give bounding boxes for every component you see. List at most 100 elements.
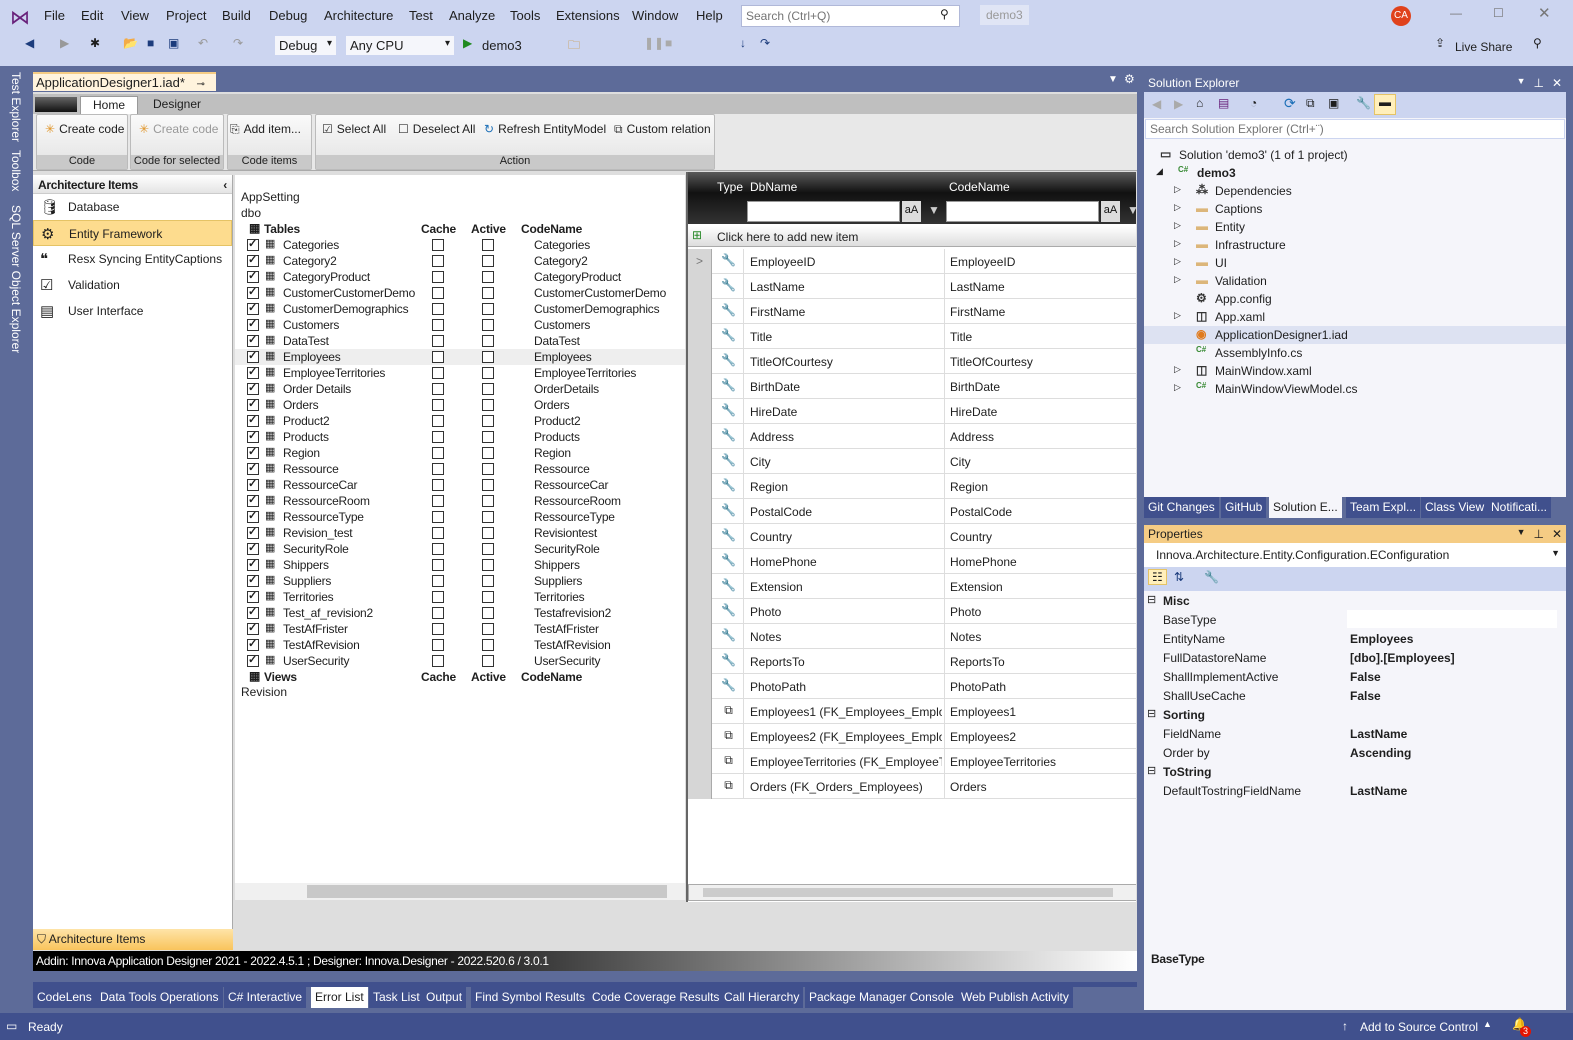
property-row[interactable]: ShallImplementActive False xyxy=(1144,667,1566,686)
grid-row[interactable]: 🔧 Title Title xyxy=(688,324,1136,349)
table-row[interactable]: ▦ TestAfRevision TestAfRevision xyxy=(235,637,685,653)
property-category[interactable]: ⊟ Misc xyxy=(1144,591,1566,610)
property-value[interactable]: False xyxy=(1350,670,1381,684)
panel-menu-icon[interactable]: ▼ xyxy=(1517,76,1526,86)
grid-row[interactable]: 🔧 BirthDate BirthDate xyxy=(688,374,1136,399)
tab-find-symbol-results[interactable]: Find Symbol Results xyxy=(471,987,590,1008)
menu-analyze[interactable]: Analyze xyxy=(449,8,495,23)
include-checkbox[interactable] xyxy=(247,269,259,283)
deselect-all-button[interactable]: ☐ Deselect All xyxy=(398,122,475,136)
cache-checkbox[interactable] xyxy=(432,415,444,427)
refresh-entitymodel-button[interactable]: ↻ Refresh EntityModel xyxy=(484,122,606,136)
active-checkbox[interactable] xyxy=(482,511,494,523)
maximize-button[interactable]: ☐ xyxy=(1493,6,1504,20)
active-checkbox[interactable] xyxy=(482,591,494,603)
tab-task-list[interactable]: Task List xyxy=(369,987,424,1008)
configuration-dropdown[interactable]: Debug xyxy=(274,35,337,56)
include-checkbox[interactable] xyxy=(247,541,259,555)
solution-item[interactable]: ▷ C# MainWindowViewModel.cs xyxy=(1144,380,1566,398)
cache-checkbox[interactable] xyxy=(432,319,444,331)
save-all-icon[interactable]: ▣ xyxy=(168,36,179,50)
cache-checkbox[interactable] xyxy=(432,591,444,603)
property-value[interactable]: LastName xyxy=(1350,727,1407,741)
table-row[interactable]: ▦ RessourceRoom RessourceRoom xyxy=(235,493,685,509)
active-checkbox[interactable] xyxy=(482,239,494,251)
cache-checkbox[interactable] xyxy=(432,239,444,251)
table-row[interactable]: ▦ EmployeeTerritories EmployeeTerritories xyxy=(235,365,685,381)
include-checkbox[interactable] xyxy=(247,557,259,571)
create-code-button[interactable]: ✳ Create code xyxy=(45,122,124,136)
dbname-case-toggle[interactable]: aA xyxy=(902,201,921,222)
row-selector[interactable] xyxy=(688,324,712,349)
tab-application-designer[interactable]: ApplicationDesigner1.iad* ⊸ ✕ xyxy=(33,72,216,105)
show-all-files-icon[interactable]: ▣ xyxy=(1328,96,1339,110)
add-to-source-control-button[interactable]: Add to Source Control xyxy=(1360,1020,1478,1034)
stop-icon[interactable]: ■ xyxy=(665,36,672,50)
close-window-button[interactable]: ✕ xyxy=(1538,4,1551,22)
active-checkbox[interactable] xyxy=(482,383,494,395)
row-selector[interactable] xyxy=(688,674,712,699)
menu-build[interactable]: Build xyxy=(222,8,251,23)
collapsed-arrow-icon[interactable]: ▷ xyxy=(1174,382,1181,393)
grid-row[interactable]: ⧉ Employees1 (FK_Employees_Employe Employe… xyxy=(688,699,1136,724)
include-checkbox[interactable] xyxy=(247,525,259,539)
scrollbar-thumb[interactable] xyxy=(307,885,667,898)
menu-architecture[interactable]: Architecture xyxy=(324,8,393,23)
row-selector[interactable]: > xyxy=(688,249,712,274)
active-checkbox[interactable] xyxy=(482,303,494,315)
cache-checkbox[interactable] xyxy=(432,367,444,379)
codename-filter-input[interactable] xyxy=(946,201,1099,222)
pin-icon[interactable]: ⊸ xyxy=(197,79,205,90)
table-row[interactable]: ▦ Products Products xyxy=(235,429,685,445)
collapsed-arrow-icon[interactable]: ▷ xyxy=(1174,310,1181,321)
side-tab-test-explorer[interactable]: Test Explorer xyxy=(9,72,23,142)
include-checkbox[interactable] xyxy=(247,429,259,443)
add-new-item-row[interactable]: ⊞ Click here to add new item xyxy=(688,226,1136,247)
row-selector[interactable] xyxy=(688,349,712,374)
feedback-icon[interactable]: ⚲ xyxy=(1533,36,1542,50)
collapse-category-icon[interactable]: ⊟ xyxy=(1147,764,1156,777)
scrollbar-thumb[interactable] xyxy=(703,888,1113,897)
table-row[interactable]: ▦ Suppliers Suppliers xyxy=(235,573,685,589)
collapsed-arrow-icon[interactable]: ▷ xyxy=(1174,364,1181,375)
active-checkbox[interactable] xyxy=(482,495,494,507)
forward-icon[interactable]: ▶ xyxy=(60,36,69,50)
table-row[interactable]: ▦ UserSecurity UserSecurity xyxy=(235,653,685,669)
arch-item-validation[interactable]: ☑ Validation xyxy=(33,272,232,298)
table-row[interactable]: ▦ Customers Customers xyxy=(235,317,685,333)
grid-row[interactable]: 🔧 Country Country xyxy=(688,524,1136,549)
active-checkbox[interactable] xyxy=(482,287,494,299)
grid-row[interactable]: 🔧 LastName LastName xyxy=(688,274,1136,299)
cache-checkbox[interactable] xyxy=(432,607,444,619)
row-selector[interactable] xyxy=(688,424,712,449)
property-pages-icon[interactable]: 🔧 xyxy=(1204,570,1219,584)
grid-row[interactable]: 🔧 Address Address xyxy=(688,424,1136,449)
tab-data-tools-operations[interactable]: Data Tools Operations xyxy=(96,987,223,1008)
row-selector[interactable] xyxy=(688,699,712,724)
cache-checkbox[interactable] xyxy=(432,639,444,651)
property-value[interactable]: [dbo].[Employees] xyxy=(1350,651,1455,665)
back-icon[interactable]: ◀ xyxy=(25,36,34,50)
start-target-button[interactable]: demo3 xyxy=(482,38,522,53)
grid-row[interactable]: 🔧 HomePhone HomePhone xyxy=(688,549,1136,574)
grid-row[interactable]: 🔧 City City xyxy=(688,449,1136,474)
include-checkbox[interactable] xyxy=(247,653,259,667)
solution-item[interactable]: C# AssemblyInfo.cs xyxy=(1144,344,1566,362)
row-selector[interactable] xyxy=(688,624,712,649)
grid-row[interactable]: ⧉ EmployeeTerritories (FK_EmployeeTer Empl… xyxy=(688,749,1136,774)
property-value[interactable]: LastName xyxy=(1350,784,1407,798)
cache-checkbox[interactable] xyxy=(432,271,444,283)
active-checkbox[interactable] xyxy=(482,447,494,459)
cache-checkbox[interactable] xyxy=(432,511,444,523)
table-row[interactable]: ▦ RessourceCar RessourceCar xyxy=(235,477,685,493)
table-row[interactable]: ▦ Shippers Shippers xyxy=(235,557,685,573)
include-checkbox[interactable] xyxy=(247,365,259,379)
tab-team-expl[interactable]: Team Expl... xyxy=(1346,497,1421,518)
property-category[interactable]: ⊟ Sorting xyxy=(1144,705,1566,724)
include-checkbox[interactable] xyxy=(247,413,259,427)
platform-dropdown[interactable]: Any CPU xyxy=(345,35,455,56)
menu-project[interactable]: Project xyxy=(166,8,206,23)
pending-changes-icon[interactable]: ◔ xyxy=(1250,96,1257,110)
property-row[interactable]: FieldName LastName xyxy=(1144,724,1566,743)
include-checkbox[interactable] xyxy=(247,605,259,619)
